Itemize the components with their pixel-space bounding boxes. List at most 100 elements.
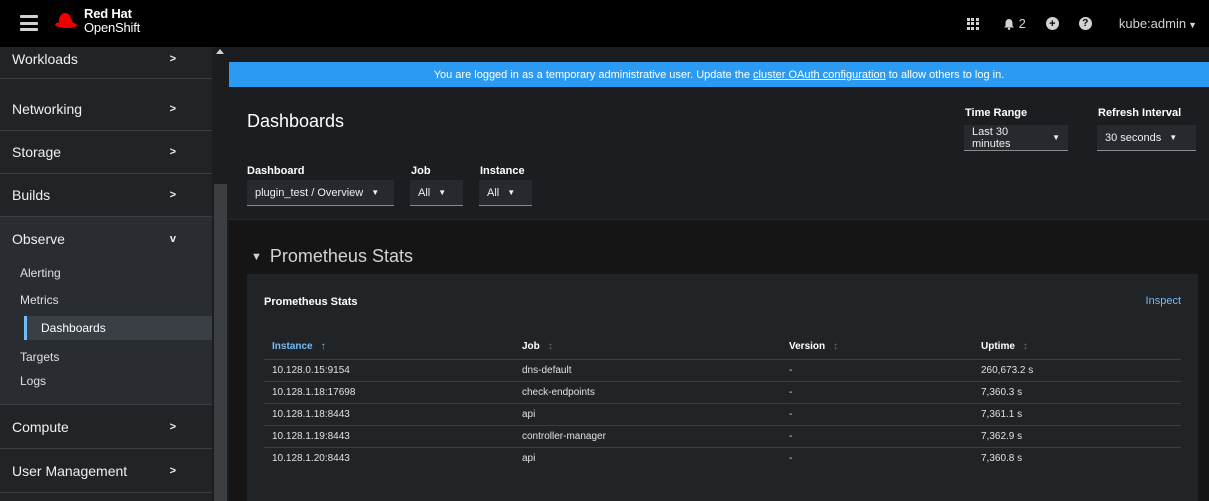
column-header-uptime[interactable]: Uptime ↕ xyxy=(981,341,1028,352)
hamburger-menu-icon[interactable] xyxy=(20,15,38,31)
cell-uptime: 7,361.1 s xyxy=(981,409,1023,420)
time-range-label: Time Range xyxy=(965,107,1028,119)
nav-group-observe[interactable]: Observe v xyxy=(0,217,212,260)
chevron-right-icon: > xyxy=(169,189,176,201)
refresh-interval-label: Refresh Interval xyxy=(1098,107,1182,119)
scroll-up-arrow-icon[interactable] xyxy=(216,49,224,54)
dashboard-label: Dashboard xyxy=(247,165,305,177)
chevron-right-icon: > xyxy=(169,102,176,115)
subnav-label: Alerting xyxy=(20,266,61,280)
cell-version: - xyxy=(789,409,793,420)
time-range-dropdown[interactable]: Last 30 minutes ▼ xyxy=(964,125,1068,151)
bell-icon xyxy=(1003,18,1014,30)
cell-uptime: 7,360.8 s xyxy=(981,453,1023,464)
masthead: Red Hat OpenShift 2 + ? kube:admin ▼ xyxy=(0,0,1209,47)
observe-subnav: Alerting Metrics Dashboards Targets Logs xyxy=(0,260,212,405)
banner-text-before: You are logged in as a temporary adminis… xyxy=(433,68,751,81)
notification-count: 2 xyxy=(1018,16,1026,31)
nav-group-user-management[interactable]: User Management > xyxy=(0,449,212,493)
caret-down-icon: ▼ xyxy=(1169,133,1178,142)
sidebar-nav: Workloads > Networking > Storage > Build… xyxy=(0,47,229,501)
nav-group-label: Networking xyxy=(12,100,83,117)
column-header-job[interactable]: Job ↕ xyxy=(522,341,553,352)
refresh-interval-dropdown[interactable]: 30 seconds ▼ xyxy=(1097,125,1196,151)
user-name: kube:admin xyxy=(1118,16,1187,31)
nav-group-label: Workloads xyxy=(12,50,78,67)
notifications-button[interactable]: 2 xyxy=(1003,16,1026,31)
redhat-hat-icon xyxy=(55,13,77,30)
inspect-link[interactable]: Inspect xyxy=(1146,295,1181,307)
table-row: 10.128.1.18:17698 check-endpoints - 7,36… xyxy=(264,381,1181,403)
dashboard-panels: ▼ Prometheus Stats Prometheus Stats Insp… xyxy=(229,220,1209,501)
column-header-version[interactable]: Version ↕ xyxy=(789,341,838,352)
section-toggle-prometheus-stats[interactable]: ▼ Prometheus Stats xyxy=(251,246,413,267)
job-dropdown[interactable]: All ▼ xyxy=(410,180,463,206)
subnav-item-metrics[interactable]: Metrics xyxy=(12,288,200,312)
table-row: 10.128.0.15:9154 dns-default - 260,673.2… xyxy=(264,359,1181,381)
nav-group-storage[interactable]: Storage > xyxy=(0,131,212,174)
cell-instance: 10.128.0.15:9154 xyxy=(272,365,350,376)
help-question-circle-icon[interactable]: ? xyxy=(1078,17,1092,30)
sort-icon: ↕ xyxy=(1022,341,1028,352)
nav-group-builds[interactable]: Builds > xyxy=(0,174,212,217)
cell-version: - xyxy=(789,387,793,398)
subnav-label: Metrics xyxy=(20,293,59,307)
app-launcher-grid-icon[interactable] xyxy=(966,17,979,30)
cell-version: - xyxy=(789,365,793,376)
add-plus-circle-icon[interactable]: + xyxy=(1045,17,1059,30)
caret-down-icon: ▼ xyxy=(1188,20,1197,30)
instance-dropdown-value: All xyxy=(487,186,500,199)
subnav-item-dashboards[interactable]: Dashboards xyxy=(24,316,212,340)
subnav-item-alerting[interactable]: Alerting xyxy=(12,261,200,285)
chevron-right-icon: > xyxy=(169,421,176,433)
scrollbar-thumb[interactable] xyxy=(214,184,227,501)
cell-job: api xyxy=(522,453,536,464)
column-label: Instance xyxy=(272,341,313,352)
caret-down-icon: ▼ xyxy=(507,188,516,197)
time-range-value: Last 30 minutes xyxy=(972,125,1011,150)
section-title: Prometheus Stats xyxy=(269,246,413,266)
sort-icon: ↕ xyxy=(833,341,839,352)
main-content: You are logged in as a temporary adminis… xyxy=(229,47,1209,501)
chevron-down-icon: ▼ xyxy=(251,250,262,263)
cell-uptime: 7,360.3 s xyxy=(981,387,1023,398)
cell-version: - xyxy=(789,431,793,442)
sort-ascending-icon: ↑ xyxy=(320,341,326,352)
cluster-oauth-link[interactable]: cluster OAuth configuration xyxy=(753,69,886,81)
brand-logo[interactable]: Red Hat OpenShift xyxy=(52,7,140,35)
cell-job: api xyxy=(522,409,536,420)
job-label: Job xyxy=(411,165,431,177)
job-dropdown-value: All xyxy=(418,186,431,199)
instance-label: Instance xyxy=(480,165,525,177)
subnav-label: Logs xyxy=(20,374,47,388)
instance-dropdown[interactable]: All ▼ xyxy=(479,180,532,206)
table-row: 10.128.1.20:8443 api - 7,360.8 s xyxy=(264,447,1181,469)
dashboard-dropdown-value: plugin_test / Overview xyxy=(255,186,364,199)
cell-instance: 10.128.1.18:8443 xyxy=(272,409,350,420)
sidebar-scrollbar[interactable] xyxy=(212,47,229,501)
subnav-item-logs[interactable]: Logs xyxy=(12,369,200,393)
banner-text-after: to allow others to log in. xyxy=(888,68,1005,81)
user-menu[interactable]: kube:admin ▼ xyxy=(1119,16,1197,31)
column-header-instance[interactable]: Instance ↑ xyxy=(272,341,326,352)
column-label: Job xyxy=(522,341,540,352)
cell-uptime: 7,362.9 s xyxy=(981,431,1023,442)
card-title: Prometheus Stats xyxy=(264,296,358,308)
table-row: 10.128.1.18:8443 api - 7,361.1 s xyxy=(264,403,1181,425)
nav-group-label: Storage xyxy=(12,144,62,160)
nav-group-compute[interactable]: Compute > xyxy=(0,406,212,449)
subnav-item-targets[interactable]: Targets xyxy=(12,345,200,369)
column-label: Version xyxy=(789,341,826,352)
nav-group-networking[interactable]: Networking > xyxy=(0,87,212,131)
cell-instance: 10.128.1.18:17698 xyxy=(272,387,356,398)
chevron-right-icon: > xyxy=(169,146,176,158)
nav-group-workloads[interactable]: Workloads > xyxy=(0,47,212,79)
subnav-label: Targets xyxy=(20,350,60,364)
cell-instance: 10.128.1.20:8443 xyxy=(272,453,350,464)
brand-product: OpenShift xyxy=(84,20,141,35)
nav-group-label: Builds xyxy=(12,187,51,203)
dashboard-dropdown[interactable]: plugin_test / Overview ▼ xyxy=(247,180,394,206)
cell-instance: 10.128.1.19:8443 xyxy=(272,431,350,442)
cell-version: - xyxy=(789,453,793,464)
brand-name: Red Hat xyxy=(84,6,132,21)
